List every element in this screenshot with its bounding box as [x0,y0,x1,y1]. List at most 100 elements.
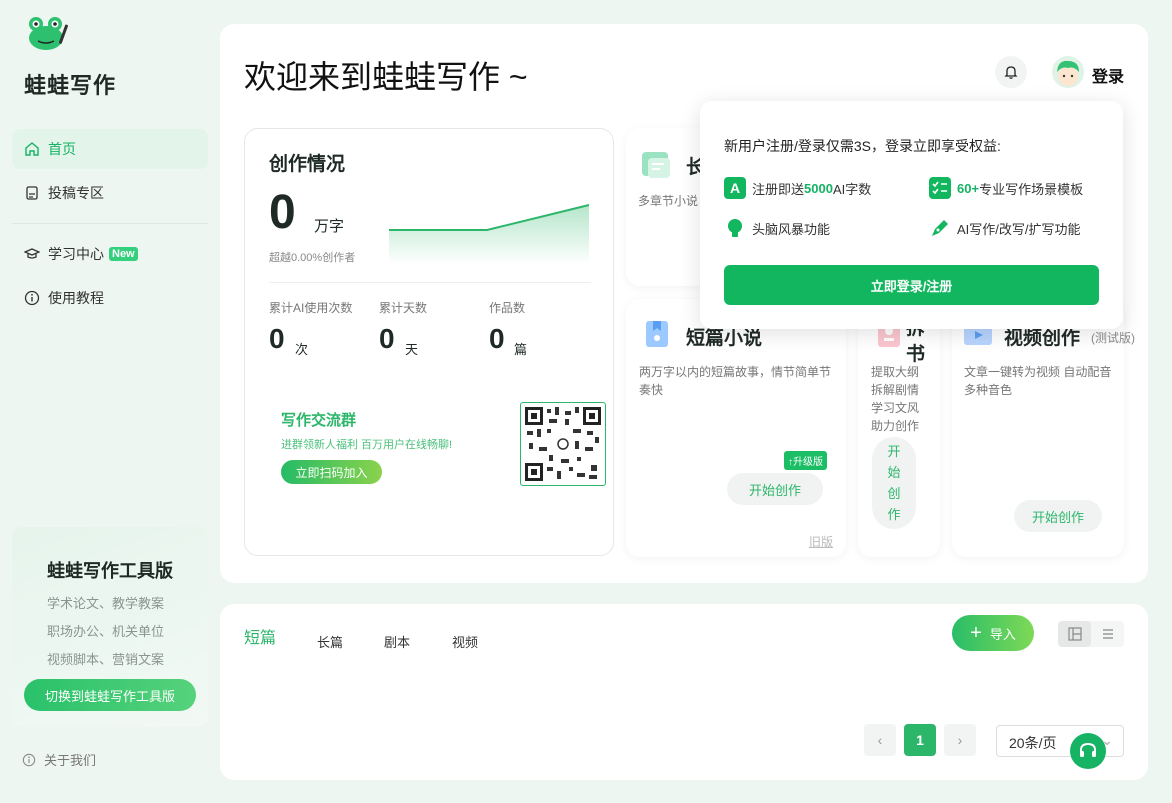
benefit-text: 专业写作场景模板 [979,181,1084,197]
import-button[interactable]: + 导入 [952,615,1034,651]
login-link[interactable]: 登录 [1092,63,1124,87]
submit-icon [26,186,38,200]
view-switcher [1058,621,1124,647]
video-start-button[interactable]: 开始创作 [1014,500,1102,532]
tab-long[interactable]: 长篇 [317,632,343,651]
pen-icon [932,220,948,236]
ai-usage-value: 0 [269,323,285,354]
page-title: 欢迎来到蛙蛙写作 ~ [244,59,528,95]
split-button-char: 创 [887,486,901,501]
sidebar-item-submit[interactable]: 投稿专区 [12,173,208,213]
customer-service-button[interactable] [1070,733,1106,769]
plus-icon: + [970,622,982,644]
days-unit: 天 [405,342,419,357]
popup-headline: 新用户注册/登录仅需3S，登录立即享受权益: [724,138,1001,154]
brand-name: 蛙蛙写作 [24,73,117,98]
list-view-icon [1102,629,1113,639]
split-book-card[interactable]: 拆 书 提取大纲 拆解剧情 学习文风 助力创作 开 始 创 作 [858,299,940,557]
tab-script[interactable]: 剧本 [384,632,410,651]
community-title: 写作交流群 [281,412,357,429]
benefit-ai-writing: AI写作/改写/扩写功能 [929,217,1081,239]
tab-short[interactable]: 短篇 [244,624,276,648]
ai-usage-label: 累计AI使用次数 [269,301,353,315]
video-creation-card[interactable]: 视频创作 (测试版) 文章一键转为视频 自动配音 多种音色 开始创作 [952,299,1135,557]
old-version-link[interactable]: 旧版 [809,533,833,550]
benefit-text: 注册即送 [752,181,805,197]
about-us-link[interactable]: 关于我们 [22,750,96,769]
community-group: 写作交流群 进群领新人福利 百万用户在线畅聊! 立即扫码加入 [269,387,606,497]
works-label: 作品数 [489,301,526,315]
promo-line: 职场办公、机关单位 [47,624,165,639]
short-novel-desc: 两万字以内的短篇故事，情节简单节奏快 [639,365,832,397]
short-novel-start-button[interactable]: 开始创作 [727,473,823,505]
sidebar: 蛙蛙写作 首页 投稿专区 学习中心 New 使用教程 蛙蛙写作工具版 学术论文、… [0,0,220,803]
sidebar-item-label: 学习中心 [48,246,104,262]
frog-logo-icon[interactable] [26,14,72,54]
sidebar-item-learning[interactable]: 学习中心 New [12,234,208,274]
sidebar-item-tutorial[interactable]: 使用教程 [12,278,208,318]
trend-sparkline [389,204,590,265]
info-icon [22,753,36,766]
promo-line: 学术论文、教学教案 [47,596,165,611]
short-novel-card[interactable]: 短篇小说 两万字以内的短篇故事，情节简单节奏快 ↑升级版 开始创作 旧版 [626,299,846,557]
short-novel-icon [646,321,668,347]
next-page-button[interactable]: › [944,724,976,756]
works-value: 0 [489,323,505,354]
avatar[interactable] [1052,56,1084,88]
benefit-templates: 60+ 专业写作场景模板 [929,177,1083,199]
sidebar-item-label: 使用教程 [48,290,104,306]
long-novel-icon [642,152,670,178]
sidebar-item-home[interactable]: 首页 [12,129,208,169]
benefit-text: 头脑风暴功能 [752,221,831,237]
split-button-char: 始 [887,465,901,480]
split-button-char: 开 [887,444,901,459]
benefit-brainstorm: 头脑风暴功能 [724,217,830,239]
divider [269,282,591,283]
qr-code-icon [520,402,606,486]
days-label: 累计天数 [379,301,428,315]
video-desc: 文章一键转为视频 自动配音 多种音色 [964,365,1112,397]
checklist-icon [929,177,951,199]
ai-usage-unit: 次 [295,342,309,357]
sidebar-item-label: 投稿专区 [48,185,104,201]
split-button-char: 作 [887,507,901,522]
login-benefits-popup: 新用户注册/登录仅需3S，登录立即享受权益: A 注册即送 5000 AI字数 60… [700,101,1123,329]
login-register-button[interactable]: 立即登录/注册 [724,265,1099,305]
about-label: 关于我们 [44,753,97,768]
home-icon [25,142,39,156]
split-book-desc: 提取大纲 拆解剧情 学习文风 助力创作 [871,365,920,433]
upgrade-badge-label: 升级版 [793,457,823,468]
chevron-right-icon: › [957,732,963,748]
grid-view-button[interactable] [1058,621,1091,647]
surpass-text: 超越0.00%创作者 [269,252,356,264]
grid-view-icon [1067,627,1082,641]
bell-icon [1004,66,1018,79]
promo-line: 视频脚本、营销文案 [47,652,165,667]
promo-title: 蛙蛙写作工具版 [47,561,173,581]
notification-bell-button[interactable] [995,56,1027,88]
page-size-value: 20条/页 [1009,735,1057,751]
stats-title: 创作情况 [269,154,346,175]
headset-icon [1080,742,1096,757]
lightbulb-icon [728,219,742,237]
community-desc: 进群领新人福利 百万用户在线畅聊! [281,439,453,451]
list-view-button[interactable] [1091,621,1124,647]
chevron-left-icon: ‹ [877,732,883,748]
sidebar-item-label: 首页 [48,141,76,157]
new-badge: New [109,247,138,261]
split-book-start-button[interactable]: 开 始 创 作 [872,437,916,529]
join-group-button[interactable]: 立即扫码加入 [281,460,382,484]
sidebar-divider [12,223,208,224]
split-book-title-2: 书 [906,344,926,365]
works-panel: 短篇 长篇 剧本 视频 + 导入 ‹ 1 › 20条/页 ⌄ [220,604,1148,780]
benefit-highlight: 5000 [804,180,833,196]
beta-tag: (测试版) [1091,331,1135,345]
benefit-text: AI写作/改写/扩写功能 [957,221,1081,237]
tab-video[interactable]: 视频 [452,632,478,651]
prev-page-button[interactable]: ‹ [864,724,896,756]
word-count-unit: 万字 [314,218,345,235]
creation-stats-card: 创作情况 0 万字 超越0.00%创作者 累计AI使用次数 0 次 累计天数 0… [244,128,614,556]
page-number-current[interactable]: 1 [904,724,936,756]
switch-tool-version-button[interactable]: 切换到蛙蛙写作工具版 [24,679,196,711]
upgrade-badge: ↑升级版 [784,451,827,470]
